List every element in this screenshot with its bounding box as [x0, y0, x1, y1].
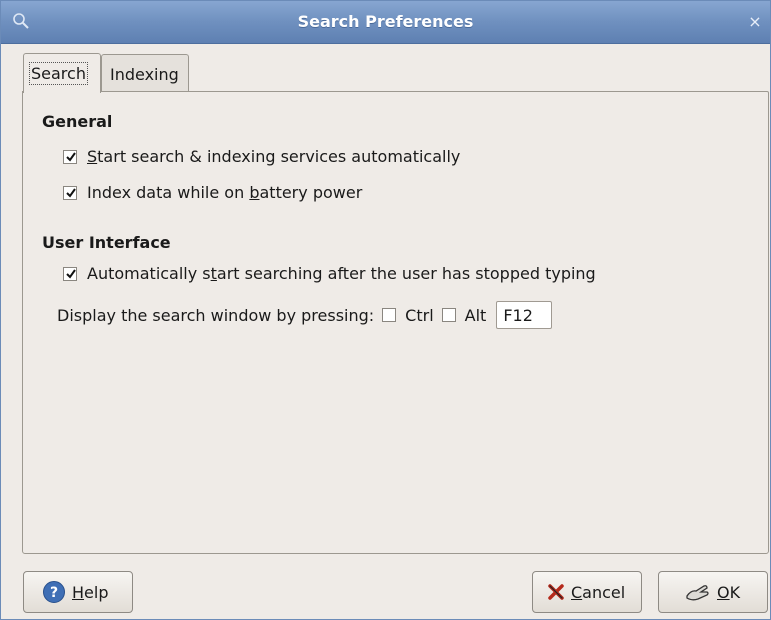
auto-search-checkbox[interactable]: [63, 266, 77, 281]
title-bar[interactable]: Search Preferences ×: [1, 1, 770, 44]
tab-search-label: Search: [29, 62, 88, 85]
search-preferences-window: Search Preferences × Search Indexing Gen…: [0, 0, 771, 620]
cancel-button[interactable]: Cancel: [532, 571, 642, 613]
battery-label: Index data while on battery power: [87, 183, 363, 202]
ok-label: OK: [717, 582, 741, 602]
start-services-checkbox[interactable]: [63, 149, 77, 164]
auto-search-label: Automatically start searching after the …: [87, 264, 596, 283]
tab-indexing-label: Indexing: [110, 65, 179, 84]
tab-search[interactable]: Search: [23, 53, 101, 93]
general-heading: General: [42, 112, 113, 131]
user-interface-heading: User Interface: [42, 233, 171, 252]
alt-checkbox[interactable]: [441, 308, 456, 322]
hotkey-key-field[interactable]: F12: [496, 301, 553, 329]
start-services-label: Start search & indexing services automat…: [87, 147, 461, 166]
help-button[interactable]: ? Help: [23, 571, 133, 613]
battery-checkbox-row[interactable]: Index data while on battery power: [63, 183, 362, 202]
auto-search-checkbox-row[interactable]: Automatically start searching after the …: [63, 264, 596, 283]
help-icon: ?: [42, 580, 66, 604]
cancel-x-icon: [547, 583, 565, 601]
ctrl-label: Ctrl: [405, 305, 434, 325]
cancel-label: Cancel: [571, 582, 626, 602]
svg-text:?: ?: [50, 585, 58, 601]
ok-button[interactable]: OK: [658, 571, 768, 613]
alt-label: Alt: [464, 305, 487, 325]
start-services-checkbox-row[interactable]: Start search & indexing services automat…: [63, 147, 460, 166]
hotkey-label: Display the search window by pressing:: [57, 305, 375, 325]
window-title: Search Preferences: [297, 12, 474, 31]
tab-indexing[interactable]: Indexing: [101, 54, 189, 92]
battery-checkbox[interactable]: [63, 185, 77, 200]
close-icon[interactable]: ×: [746, 13, 764, 31]
ok-hand-icon: [685, 582, 711, 602]
help-label: Help: [72, 582, 109, 602]
hotkey-row: Display the search window by pressing: C…: [57, 301, 553, 329]
ctrl-checkbox[interactable]: [382, 308, 397, 322]
